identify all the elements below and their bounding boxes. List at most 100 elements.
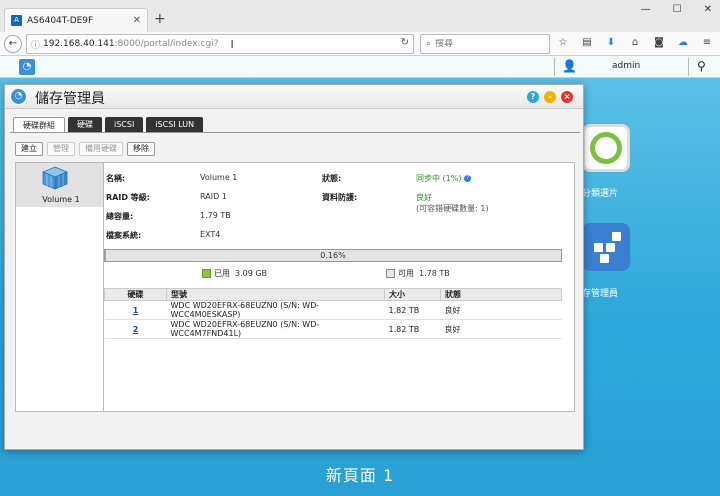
raid-value: RAID 1 <box>200 192 227 201</box>
create-button[interactable]: 建立 <box>15 142 43 156</box>
fs-value: EXT4 <box>200 230 221 239</box>
disk-table-header: 硬碟 型號 大小 狀態 <box>104 288 562 301</box>
tab-volume-group[interactable]: 硬碟群組 <box>13 117 65 132</box>
used-swatch <box>202 269 211 278</box>
block-icon <box>600 254 609 263</box>
site-info-icon[interactable]: ⓘ <box>31 38 40 51</box>
disk-column-header[interactable]: 硬碟 <box>104 288 167 301</box>
adm-desktop: ◔ 👤 admin ⚲ 分類選片 存管理員 新頁面 1 ◔ 儲存管理員 ? – … <box>0 56 720 496</box>
volume-name-label: Volume 1 <box>42 195 80 204</box>
storage-manager-desktop-icon[interactable] <box>582 223 630 271</box>
status-label: 狀態: <box>322 174 342 183</box>
window-controls: — ☐ ✕ <box>641 4 712 15</box>
storage-manager-window: ◔ 儲存管理員 ? – × 硬碟群組 硬碟 iSCSI iSCSI LUN 建立… <box>4 84 584 450</box>
fs-value-row: EXT4 <box>200 230 220 239</box>
capacity-value: 1.79 TB <box>200 211 231 220</box>
status-column-header[interactable]: 狀態 <box>440 288 562 301</box>
disk-number-cell: 1 <box>104 300 167 320</box>
bookmark-star-icon[interactable]: ☆ <box>556 36 570 50</box>
volume-list-item[interactable]: Volume 1 <box>16 163 106 207</box>
text-cursor-icon: I <box>230 37 234 51</box>
block-icon <box>594 243 603 252</box>
maximize-button[interactable]: ☐ <box>673 4 682 15</box>
free-legend: 可用 1.78 TB <box>386 268 450 279</box>
tab-divider <box>10 132 580 133</box>
protection-value-row: 良好 <box>416 192 432 203</box>
search-icon[interactable]: ⚲ <box>697 59 706 73</box>
capacity-row: 總容量: <box>106 211 133 222</box>
reload-icon[interactable]: ↻ <box>401 37 409 48</box>
block-icon <box>606 243 615 252</box>
menu-icon[interactable]: ≡ <box>700 36 714 50</box>
tab-iscsi[interactable]: iSCSI <box>105 117 144 132</box>
close-window-button[interactable]: ✕ <box>704 4 712 15</box>
home-icon[interactable]: ⌂ <box>628 36 642 50</box>
help-button[interactable]: ? <box>527 91 539 103</box>
manage-button[interactable]: 管理 <box>47 142 75 156</box>
user-name[interactable]: admin <box>612 61 640 71</box>
window-header[interactable]: ◔ 儲存管理員 ? – × <box>5 85 583 109</box>
protection-note-row: (可容錯硬碟數量: 1) <box>416 203 489 214</box>
tab-disk[interactable]: 硬碟 <box>68 117 102 132</box>
download-icon[interactable]: ⬇ <box>604 36 618 50</box>
status-row: 狀態: <box>322 173 341 184</box>
user-icon[interactable]: 👤 <box>562 59 577 73</box>
adm-home-icon[interactable]: ◔ <box>18 58 36 76</box>
size-cell: 1.82 TB <box>384 300 441 320</box>
capacity-label: 總容量: <box>106 212 134 221</box>
window-minimize-button[interactable]: – <box>544 91 556 103</box>
taskbar-divider <box>554 58 555 76</box>
free-value: 1.78 TB <box>419 269 450 278</box>
status-cell: 良好 <box>440 300 562 320</box>
disk-link[interactable]: 1 <box>133 306 139 315</box>
reader-icon[interactable]: ▤ <box>580 36 594 50</box>
search-bar[interactable]: ⌕ <box>420 34 550 54</box>
sync-icon[interactable]: ☁ <box>676 36 690 50</box>
toolbar-icons: ☆ ▤ ⬇ ⌂ ◙ ☁ ≡ <box>556 36 714 50</box>
tab-close-icon[interactable]: ✕ <box>133 15 141 26</box>
back-button[interactable]: ← <box>4 35 22 53</box>
window-title: 儲存管理員 <box>35 91 105 107</box>
protection-note: (可容錯硬碟數量: 1) <box>416 204 489 213</box>
window-close-button[interactable]: × <box>561 91 573 103</box>
disk-link[interactable]: 2 <box>133 325 139 334</box>
used-label: 已用 <box>214 269 230 278</box>
browser-navbar: ← ⓘ 192.168.40.141:8000/portal/index.cgi… <box>0 32 720 56</box>
url-path: :8000/portal/index.cgi? <box>114 39 219 49</box>
volume-list: Volume 1 <box>15 162 107 412</box>
desktop-app-icon[interactable] <box>582 124 630 172</box>
hot-spare-button[interactable]: 備用硬碟 <box>79 142 123 156</box>
address-bar[interactable]: ⓘ 192.168.40.141:8000/portal/index.cgi? … <box>26 34 414 54</box>
status-help-icon[interactable]: ? <box>464 175 472 182</box>
adm-taskbar: ◔ 👤 admin ⚲ <box>0 56 720 78</box>
raid-row: RAID 等級: <box>106 192 150 203</box>
raid-label: RAID 等級: <box>106 193 150 202</box>
asustor-favicon-icon: A <box>11 15 22 26</box>
pocket-icon[interactable]: ◙ <box>652 36 666 50</box>
table-row[interactable]: 2 WDC WD20EFRX-68EUZN0 (S/N: WD-WCC4M7FN… <box>104 319 562 339</box>
tab-iscsi-lun[interactable]: iSCSI LUN <box>146 117 204 132</box>
remove-button[interactable]: 移除 <box>127 142 155 156</box>
used-value: 3.09 GB <box>235 269 268 278</box>
status-value: 同步中 (1%) <box>416 174 462 183</box>
table-row[interactable]: 1 WDC WD20EFRX-68EUZN0 (S/N: WD-WCC4M0ES… <box>104 300 562 320</box>
desktop-app-label[interactable]: 分類選片 <box>582 186 618 199</box>
window-tabs: 硬碟群組 硬碟 iSCSI iSCSI LUN <box>13 117 204 132</box>
disk-table: 硬碟 型號 大小 狀態 1 WDC WD20EFRX-68EUZN0 (S/N:… <box>104 288 562 339</box>
name-value: Volume 1 <box>200 173 238 182</box>
storage-manager-desktop-label[interactable]: 存管理員 <box>582 286 618 299</box>
storage-manager-app-icon: ◔ <box>10 88 27 105</box>
new-tab-button[interactable]: + <box>154 12 166 26</box>
browser-tab-title: AS6404T-DE9F <box>27 15 94 26</box>
raid-value-row: RAID 1 <box>200 192 227 201</box>
url-text: 192.168.40.141:8000/portal/index.cgi? <box>43 39 218 49</box>
model-column-header[interactable]: 型號 <box>166 288 385 301</box>
status-value-row: 同步中 (1%) ? <box>416 173 472 184</box>
free-label: 可用 <box>398 269 414 278</box>
minimize-button[interactable]: — <box>641 4 651 15</box>
size-column-header[interactable]: 大小 <box>384 288 441 301</box>
taskbar-divider <box>688 58 689 76</box>
browser-tab[interactable]: A AS6404T-DE9F ✕ <box>4 8 148 32</box>
search-input[interactable] <box>435 39 536 49</box>
url-host: 192.168.40.141 <box>43 39 115 49</box>
